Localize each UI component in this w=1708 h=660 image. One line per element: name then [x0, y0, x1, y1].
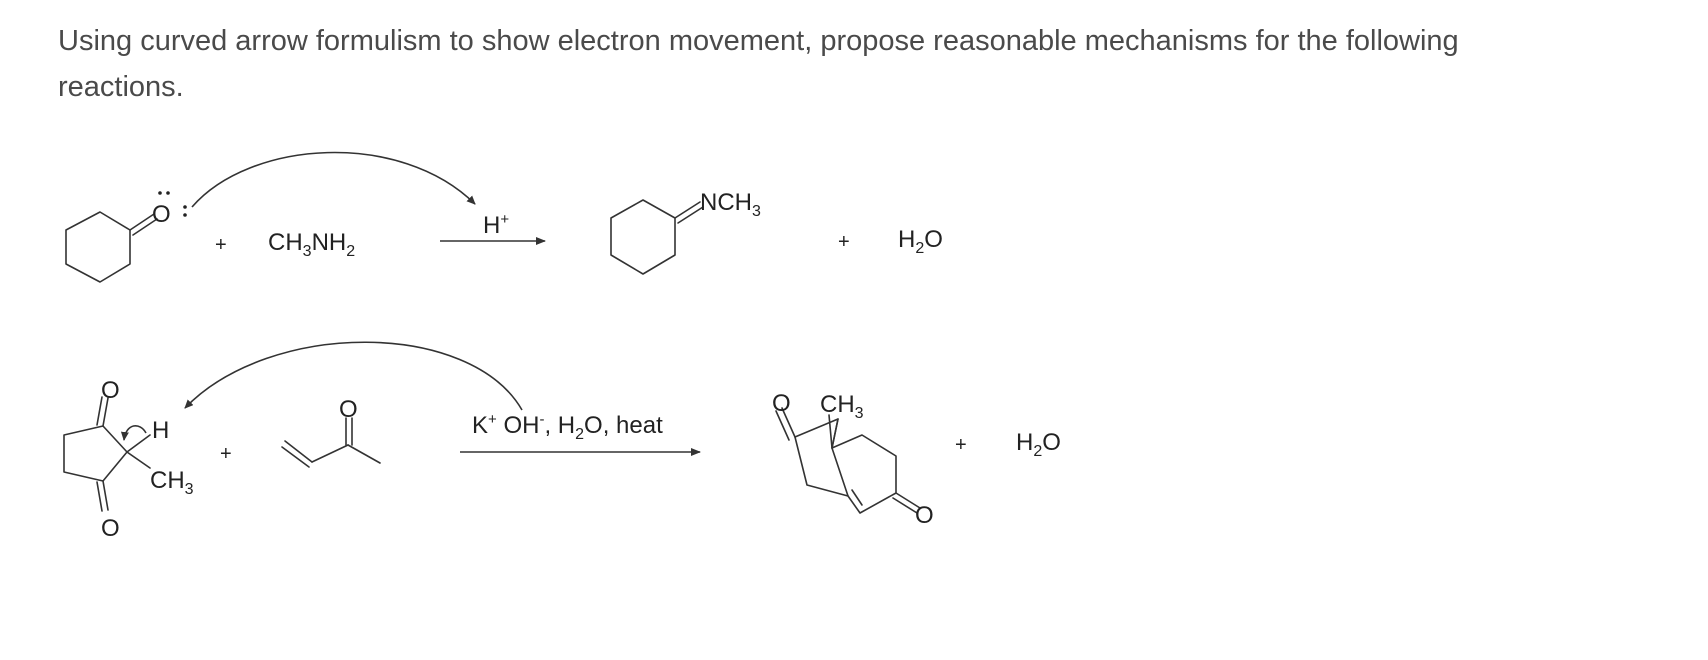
carbonyl-bottom-a	[102, 480, 109, 511]
angular-methyl-label: CH3	[820, 391, 864, 422]
oxygen-bottom-label: O	[101, 515, 120, 542]
lone-pair-dot	[158, 191, 162, 195]
reagent-base-conditions: K+ OH-, H2O, heat	[472, 411, 663, 443]
angular-methyl-bond	[828, 414, 833, 449]
plus-sign: +	[215, 234, 227, 256]
imine-double-bond-a	[674, 201, 701, 219]
water-formula: H2O	[898, 226, 943, 257]
cyclopentane-ring	[63, 425, 128, 482]
lone-pair-dot	[183, 213, 187, 217]
curved-arrow-ch-bond-electrons	[120, 425, 147, 441]
cyclohexanone-structure: O	[65, 191, 187, 283]
oxygen-top-label: O	[772, 390, 791, 417]
c-h-bond	[126, 434, 151, 453]
bicyclic-enedione-product: O CH3 O	[772, 390, 934, 529]
reaction-2: O O H CH3 + O K+ OH-, H2O, heat O CH3 O …	[63, 341, 1061, 542]
oxygen-top-label: O	[101, 377, 120, 404]
reaction-1: O + CH3NH2 H+ NCH3 + H2O	[65, 151, 943, 283]
methyl-label: CH3	[150, 467, 194, 498]
methylamine-formula: CH3NH2	[268, 229, 355, 260]
plus-sign: +	[220, 443, 232, 465]
enone-carbonyl-b	[892, 497, 918, 514]
imine-product-structure: NCH3	[610, 189, 761, 275]
cyclohexenone-ring	[831, 434, 897, 514]
lone-pair-dot	[183, 205, 187, 209]
c-methyl-bond	[347, 444, 381, 464]
curved-arrow-lone-pair-to-proton	[191, 151, 476, 208]
reaction-scheme: O + CH3NH2 H+ NCH3 + H2O O O H CH3 + O K…	[63, 151, 1061, 542]
cyclohexane-ring	[610, 199, 676, 275]
reagent-acid: H+	[483, 211, 509, 239]
n-methyl-label: NCH3	[700, 189, 761, 220]
hydrogen-label: H	[152, 417, 169, 444]
plus-sign: +	[955, 434, 967, 456]
c-c-bond	[311, 444, 349, 463]
oxygen-label: O	[152, 201, 171, 228]
c-methyl-bond	[126, 451, 151, 469]
cyclohexane-ring	[65, 211, 131, 283]
carbonyl-bottom-b	[96, 481, 103, 512]
methyl-vinyl-ketone-structure: O	[281, 396, 381, 468]
five-ring-path	[831, 418, 839, 449]
water-formula: H2O	[1016, 429, 1061, 460]
oxygen-right-label: O	[915, 502, 934, 529]
lone-pair-dot	[166, 191, 170, 195]
cyclopentanone-ring	[794, 418, 849, 497]
plus-sign: +	[838, 231, 850, 253]
carbonyl-double-bond-a	[129, 213, 155, 231]
oxygen-label: O	[339, 396, 358, 423]
methylcyclopentanedione-structure: O O H CH3	[63, 377, 194, 542]
